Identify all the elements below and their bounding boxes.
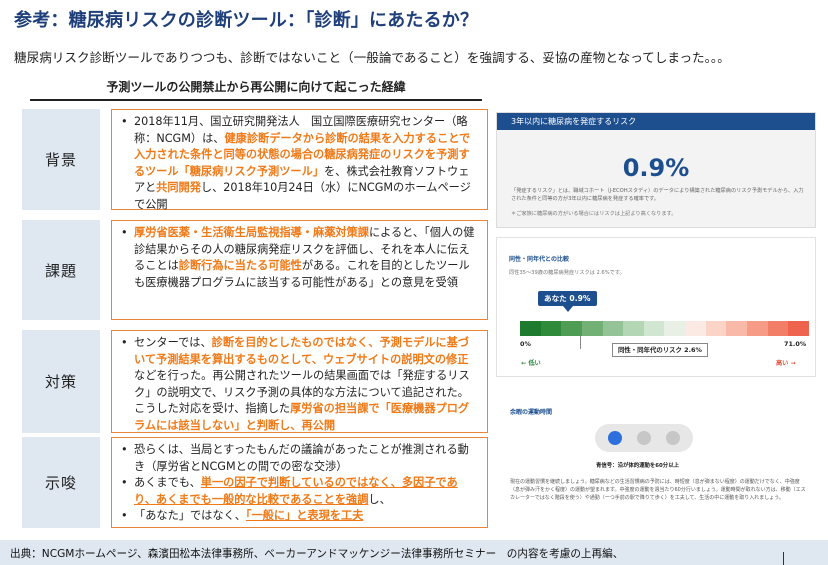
risk-value: 0.9%: [622, 154, 690, 182]
peer-risk-label: 同性・同年代のリスク 2.6%: [612, 343, 708, 357]
red-light-icon: [666, 431, 680, 445]
bullet-implication-3: 「あなた」ではなく、「一般に」と表現を工夫: [121, 508, 479, 525]
bullet-issue: 厚労省医薬・生活衛生局監視指導・麻薬対策課によると、「個人の健診結果からその人の…: [121, 225, 479, 291]
row-countermeasure: 対策 センターでは、診断を目的としたものではなく、予測モデルに基づいて予測結果を…: [22, 330, 488, 433]
row-body-countermeasure: センターでは、診断を目的としたものではなく、予測モデルに基づいて予測結果を算出す…: [111, 330, 488, 433]
row-body-implication: 恐らくは、当局とすったもんだの議論があったことが推測される動き（厚労省とNCGM…: [111, 437, 488, 528]
row-label-implication: 示唆: [22, 437, 100, 528]
bullet-background: 2018年11月、国立研究開発法人 国立国際医療研究センター（略称：NCGM）は…: [121, 114, 479, 214]
you-risk-marker: あなた 0.9%: [538, 291, 597, 306]
compare-title: 同性・同年代との比較: [509, 256, 569, 263]
bullet-implication-2: あくまでも、単一の因子で判断しているのではなく、多因子であり、あくまでも一般的な…: [121, 475, 479, 508]
risk-result-card: 3年以内に糖尿病を発症するリスク 0.9% 「発症するリスク」とは、職域コホート…: [496, 112, 816, 228]
section-heading: 予測ツールの公開禁止から再公開に向けて起こった経緯: [30, 78, 482, 101]
gradient-segment: [788, 321, 809, 336]
gradient-segment: [561, 321, 582, 336]
source-footer: 出典：NCGMホームページ、森濱田松本法律事務所、ベーカーアンドマッケンジー法律…: [0, 540, 828, 565]
bullet-countermeasure: センターでは、診断を目的としたものではなく、予測モデルに基づいて予測結果を算出す…: [121, 335, 479, 435]
footer-divider: [783, 552, 784, 565]
you-risk-marker-tail: [563, 306, 573, 312]
high-risk-label: 高い →: [776, 360, 796, 367]
peer-risk-tick: [580, 336, 581, 349]
row-label-countermeasure: 対策: [22, 330, 100, 433]
row-background: 背景 2018年11月、国立研究開発法人 国立国際医療研究センター（略称：NCG…: [22, 109, 488, 211]
row-implication: 示唆 恐らくは、当局とすったもんだの議論があったことが推測される動き（厚労省とN…: [22, 437, 488, 528]
risk-description: 「発症するリスク」とは、職域コホート（J-ECOHスタディ）のデータにより構築さ…: [511, 188, 804, 202]
gradient-segment: [767, 321, 789, 336]
gradient-segment: [623, 321, 644, 336]
green-light-icon: [608, 431, 622, 445]
gradient-segment: [520, 321, 541, 336]
gradient-segment: [664, 321, 686, 336]
gradient-segment: [602, 321, 624, 336]
bar-min-label: 0%: [520, 340, 531, 348]
risk-card-header: 3年以内に糖尿病を発症するリスク: [497, 113, 815, 130]
traffic-light-toggle: [595, 424, 693, 452]
row-label-background: 背景: [22, 109, 100, 210]
row-label-issue: 課題: [22, 220, 100, 320]
page-title: 参考：糖尿病リスクの診断ツール：「診断」にあたるか？: [14, 10, 479, 31]
exercise-title: 余暇の運動時間: [510, 409, 553, 416]
risk-gradient-bar: [520, 321, 809, 336]
gradient-segment: [726, 321, 748, 336]
gradient-segment: [685, 321, 706, 336]
low-risk-label: ← 低い: [521, 360, 541, 367]
page-subtitle: 糖尿病リスク診断ツールでありつつも、診断ではないこと（一般論であること）を強調す…: [14, 50, 730, 65]
exercise-caption: 青信号：沿が体的運動を60分以上: [596, 463, 679, 469]
bar-max-label: 71.0%: [784, 340, 807, 348]
gradient-segment: [643, 321, 665, 336]
gradient-segment: [747, 321, 768, 336]
yellow-light-icon: [637, 431, 651, 445]
gradient-segment: [540, 321, 562, 336]
exercise-detail: 現在の運動習慣を継続しましょう。糖尿病などの生活習慣病の予防には、時短度（息が弾…: [510, 479, 806, 501]
row-body-background: 2018年11月、国立研究開発法人 国立国際医療研究センター（略称：NCGM）は…: [111, 109, 488, 211]
risk-note: ＊ご家族に糖尿病の方がいる場合にはリスクは上記より高くなります。: [511, 211, 677, 217]
exercise-card: 余暇の運動時間 青信号：沿が体的運動を60分以上 現在の運動習慣を継続しましょう…: [496, 397, 816, 529]
row-issue: 課題 厚労省医薬・生活衛生局監視指導・麻薬対策課によると、「個人の健診結果からそ…: [22, 220, 488, 320]
gradient-segment: [705, 321, 727, 336]
row-body-issue: 厚労省医薬・生活衛生局監視指導・麻薬対策課によると、「個人の健診結果からその人の…: [111, 220, 488, 320]
gradient-segment: [581, 321, 603, 336]
compare-description: 同性35〜39歳の糖尿病発症リスクは 2.6%です。: [509, 270, 625, 276]
bullet-implication-1: 恐らくは、当局とすったもんだの議論があったことが推測される動き（厚労省とNCGM…: [121, 442, 479, 475]
